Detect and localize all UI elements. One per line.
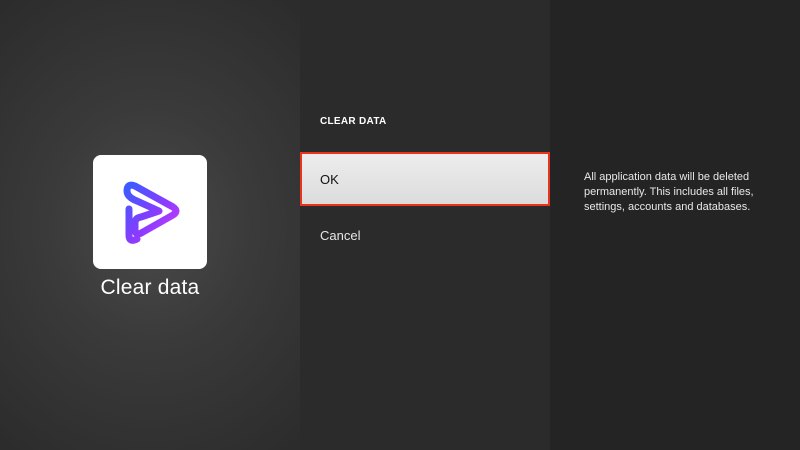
ok-button-label: OK [320,171,339,187]
settings-screen: Clear data CLEAR DATA OK Cancel All appl… [0,0,800,450]
cancel-button-label: Cancel [320,227,361,243]
app-info-panel: Clear data [0,0,300,450]
description-text: All application data will be deleted per… [584,171,754,213]
play-logo-icon [123,181,180,244]
dialog-heading: CLEAR DATA [320,116,387,127]
ok-button[interactable]: OK [300,152,550,206]
description-panel: All application data will be deleted per… [550,0,800,450]
app-title: Clear data [100,276,200,299]
dialog-menu-panel: CLEAR DATA OK Cancel [300,0,550,450]
app-icon-tile [93,155,207,269]
cancel-button[interactable]: Cancel [300,208,550,262]
